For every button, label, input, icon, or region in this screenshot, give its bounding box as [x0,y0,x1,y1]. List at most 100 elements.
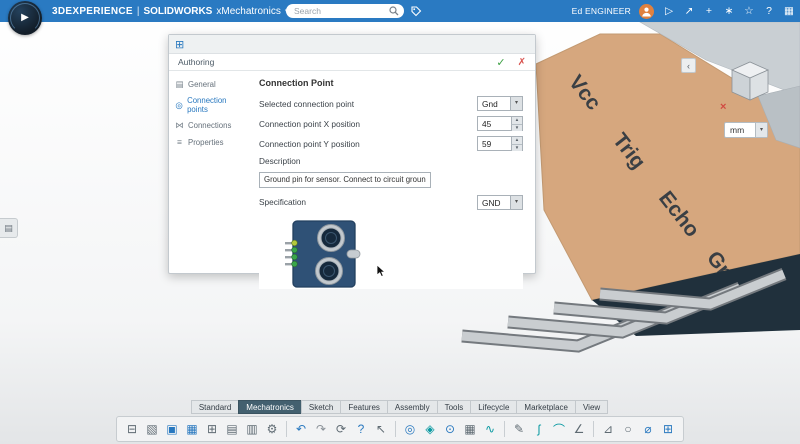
settings-gear-icon[interactable]: ⚙ [263,419,281,439]
confirm-check-icon[interactable]: ✓ [496,56,505,69]
dialog-tab-label: General [188,80,216,89]
dialog-tab-connections[interactable]: ⋈ Connections [169,117,249,134]
help-icon[interactable]: ? [762,5,776,17]
y-position-value: 59 [478,137,511,150]
view-cube-widget[interactable]: × [716,50,774,112]
panel-collapse-button[interactable]: ‹ [681,58,696,73]
favorites-icon[interactable]: ☆ [742,5,756,17]
brand-separator: | [137,6,140,17]
help-circle-icon[interactable]: ? [352,419,370,439]
tab-sketch[interactable]: Sketch [301,400,341,414]
dropdown-arrow-icon[interactable]: ▾ [755,123,767,137]
select-icon[interactable]: ↖ [372,419,390,439]
section-heading: Connection Point [259,78,523,88]
connections-icon: ⋈ [175,120,184,131]
tab-features[interactable]: Features [340,400,388,414]
tab-assembly[interactable]: Assembly [387,400,438,414]
tab-standard[interactable]: Standard [191,400,239,414]
actuator-icon[interactable]: ◈ [421,419,439,439]
connection-dot-1[interactable] [292,240,298,246]
spin-up-icon[interactable]: ▲ [511,137,522,145]
measure-icon[interactable]: ⌀ [639,419,657,439]
sketch-icon[interactable]: ✎ [510,419,528,439]
description-input[interactable] [259,172,431,188]
units-dropdown[interactable]: mm ▾ [724,122,768,138]
transducer-bottom [316,257,343,284]
specification-value: GND [478,196,510,209]
authoring-panel-icon: ⊞ [175,38,184,51]
brand-3dexperience: 3DEXPERIENCE [52,6,133,17]
triangle-icon[interactable]: ⊿ [599,419,617,439]
pattern-icon[interactable]: ▦ [461,419,479,439]
component-icon[interactable]: ▧ [143,419,161,439]
specification-label: Specification [259,197,477,207]
dropdown-arrow-icon[interactable]: ▾ [510,196,522,209]
arc-icon[interactable]: ⌒ [550,419,568,439]
tag-icon[interactable] [410,5,422,17]
axis-x-indicator[interactable]: × [720,101,726,112]
redo-icon[interactable]: ↷ [312,419,330,439]
display-modes-icon[interactable]: ⊟ [123,419,141,439]
dialog-tab-properties[interactable]: ≡Properties [169,134,249,150]
search-input[interactable] [294,6,389,16]
dialog-tab-label: Connections [188,121,231,130]
tab-tools[interactable]: Tools [437,400,472,414]
selected-point-dropdown[interactable]: Gnd ▾ [477,96,523,111]
dialog-tab-general[interactable]: ▤ General [169,76,249,93]
dropdown-arrow-icon[interactable]: ▾ [510,97,522,110]
document-icon[interactable]: ▥ [243,419,261,439]
selected-point-label: Selected connection point [259,99,477,109]
undo-icon[interactable]: ↶ [292,419,310,439]
dialog-tab-label: Properties [188,138,224,147]
spline-icon[interactable]: ʃ [530,419,548,439]
general-icon: ▤ [175,79,184,90]
avatar[interactable] [639,4,654,19]
x-position-stepper[interactable]: 45 ▲ ▼ [477,116,523,131]
bom-table-icon[interactable]: ▦ [183,419,201,439]
apps-grid-icon[interactable]: ▦ [782,5,796,17]
search-icon[interactable] [389,6,399,16]
signal-icon[interactable]: ∿ [481,419,499,439]
tab-mechatronics[interactable]: Mechatronics [238,400,302,414]
board-icon[interactable]: ⊞ [659,419,677,439]
breadcrumb[interactable]: 3DEXPERIENCE | SOLIDWORKS xMechatronics … [52,6,288,17]
close-icon[interactable]: ✗ [518,57,526,68]
spin-up-icon[interactable]: ▲ [511,117,522,125]
spin-down-icon[interactable]: ▼ [511,145,522,152]
export-icon[interactable]: ▤ [223,419,241,439]
tab-view[interactable]: View [575,400,608,414]
connection-dot-3[interactable] [292,254,298,260]
action-bar: ⊟▧▣▦⊞▤▥⚙↶↷⟳?↖◎◈⊙▦∿✎ʃ⌒∠⊿○⌀⊞ [116,416,684,442]
connection-dot-2[interactable] [292,247,298,253]
add-icon[interactable]: + [702,5,716,17]
dialog-content: Connection Point Selected connection poi… [249,71,535,273]
collab-icon[interactable]: ∗ [722,5,736,17]
dialog-header[interactable]: ⊞ [169,35,535,54]
tab-marketplace[interactable]: Marketplace [516,400,576,414]
y-position-stepper[interactable]: 59 ▲ ▼ [477,136,523,151]
specification-dropdown[interactable]: GND ▾ [477,195,523,210]
dialog-tab-label: Connection points [187,96,243,114]
dialog-tab-connection-points[interactable]: ◎Connection points [169,93,249,117]
search-box[interactable] [286,4,404,18]
save-icon[interactable]: ▣ [163,419,181,439]
media-play-icon[interactable]: ▷ [662,5,676,17]
sensor-icon[interactable]: ◎ [401,419,419,439]
left-panel-handle[interactable]: ▤ [0,218,18,238]
ribbon-tab-strip: StandardMechatronicsSketchFeaturesAssemb… [0,400,800,414]
app-name: xMechatronics [216,6,280,17]
tab-lifecycle[interactable]: Lifecycle [470,400,517,414]
toolbar-separator [395,421,396,437]
authoring-dialog: ⊞ Authoring ✓ ✗ ▤General◎Connection poin… [168,34,536,274]
3dexperience-compass-logo[interactable]: ▶ [8,1,42,35]
circle-icon[interactable]: ○ [619,419,637,439]
dialog-body: ▤ General ◎Connection points ⋈ Connections ≡P… [169,71,535,273]
spin-down-icon[interactable]: ▼ [511,125,522,132]
viewport-icon[interactable]: ⊞ [203,419,221,439]
share-icon[interactable]: ↗ [682,5,696,17]
refresh-icon[interactable]: ⟳ [332,419,350,439]
connection-dot-4[interactable] [292,261,298,267]
angle-icon[interactable]: ∠ [570,419,588,439]
connection-icon[interactable]: ⊙ [441,419,459,439]
toolbar-separator [504,421,505,437]
